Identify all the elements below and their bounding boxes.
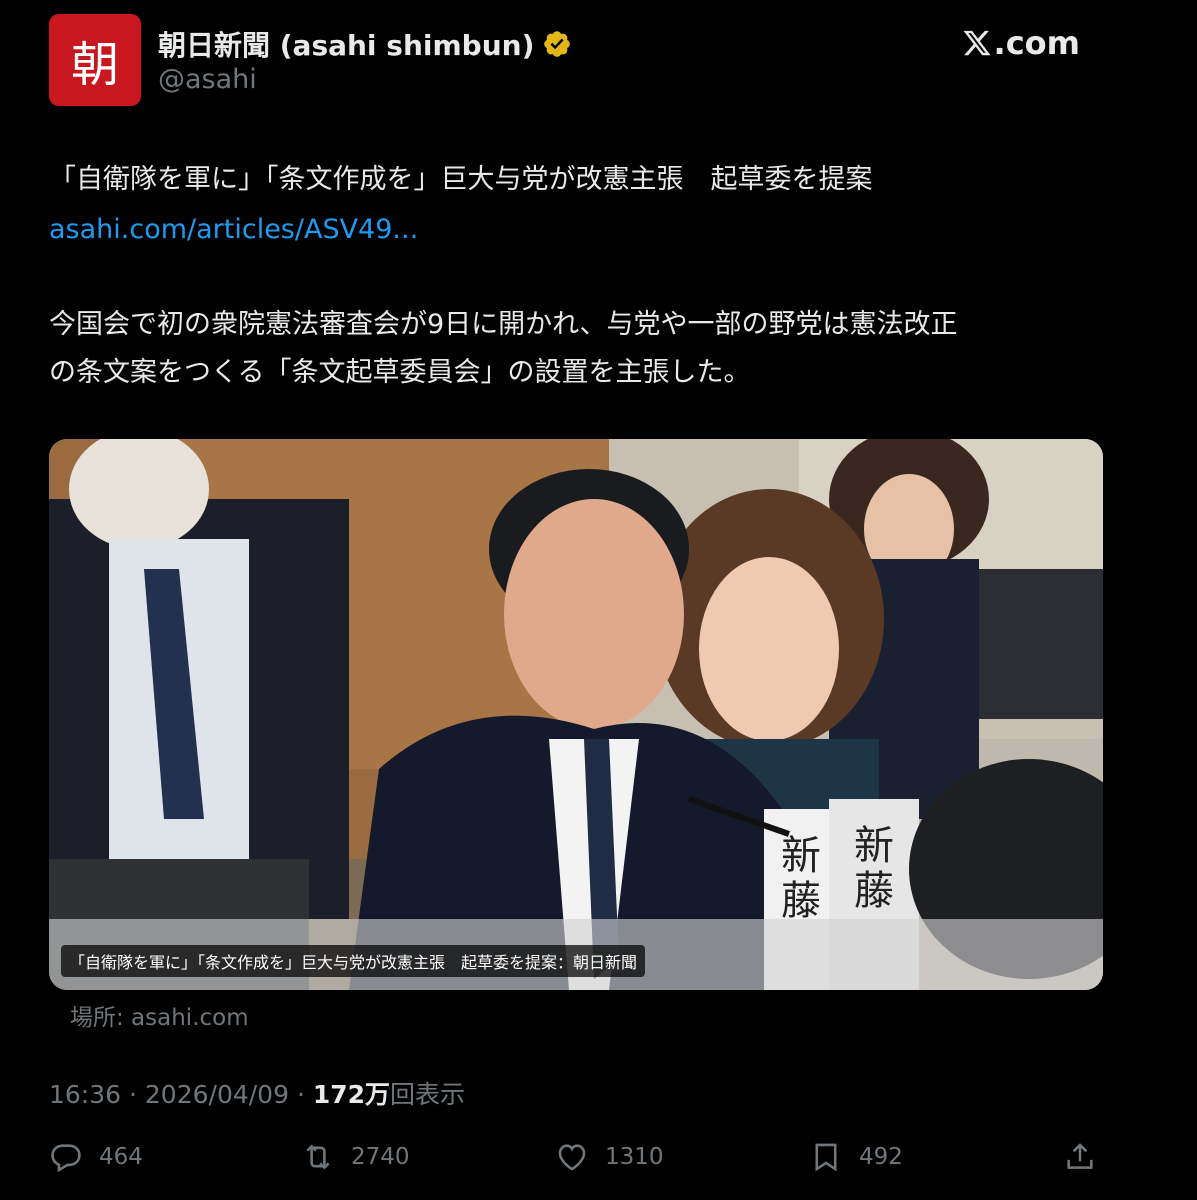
card-source[interactable]: 場所: asahi.com (70, 998, 249, 1032)
post-page: 朝 朝日新聞 (asahi shimbun) @asahi .com 「自衛隊を… (0, 0, 1197, 1200)
post-paragraph-line-2: の条文案をつくる「条文起草委員会」の設置を主張した。 (49, 357, 751, 388)
author-name-row[interactable]: 朝日新聞 (asahi shimbun) (158, 24, 572, 64)
avatar[interactable]: 朝 (49, 14, 141, 106)
article-photo: 新 藤 新 藤 (49, 439, 1103, 990)
avatar-logo-text: 朝 (70, 37, 119, 93)
svg-text:新: 新 (781, 833, 821, 879)
share-icon (1067, 1143, 1093, 1169)
svg-text:藤: 藤 (854, 868, 894, 914)
x-com-brand: .com (962, 24, 1080, 62)
bookmark-button[interactable]: 492 (809, 1140, 903, 1174)
heart-icon (558, 1144, 586, 1171)
reply-count: 464 (99, 1144, 143, 1170)
svg-text:新: 新 (854, 823, 894, 869)
like-button[interactable]: 1310 (555, 1140, 664, 1174)
like-count: 1310 (605, 1144, 664, 1170)
post-paragraph: 今国会で初の衆院憲法審査会が9日に開かれ、与党や一部の野党は憲法改正 の条文案を… (49, 301, 1109, 397)
share-button[interactable] (1063, 1140, 1097, 1174)
display-name[interactable]: 朝日新聞 (asahi shimbun) (158, 24, 534, 64)
verified-badge-icon (544, 31, 571, 57)
post-meta: 16:36 · 2026/04/09 · 172万回表示 (49, 1075, 465, 1111)
repost-icon (306, 1144, 330, 1170)
post-paragraph-line-1: 今国会で初の衆院憲法審査会が9日に開かれ、与党や一部の野党は憲法改正 (49, 309, 958, 340)
meta-separator: · (296, 1080, 313, 1109)
post-date[interactable]: 2026/04/09 (145, 1080, 289, 1109)
post-time[interactable]: 16:36 (49, 1080, 121, 1109)
link-preview-card[interactable]: 新 藤 新 藤 「自衛隊を軍に」「条文作成を」巨大与党が改憲主張 起草委を提案：… (49, 439, 1103, 990)
card-caption: 「自衛隊を軍に」「条文作成を」巨大与党が改憲主張 起草委を提案：朝日新聞 (61, 945, 646, 977)
meta-separator: · (129, 1080, 145, 1109)
bookmark-count: 492 (859, 1144, 903, 1170)
action-bar: 464 2740 1310 492 (49, 1140, 1109, 1182)
svg-text:藤: 藤 (781, 878, 821, 924)
handle[interactable]: @asahi (158, 64, 257, 95)
x-com-text: .com (993, 24, 1080, 62)
repost-button[interactable]: 2740 (301, 1140, 410, 1174)
reply-icon (51, 1144, 81, 1173)
post-headline: 「自衛隊を軍に」「条文作成を」巨大与党が改憲主張 起草委を提案 (49, 164, 873, 195)
reply-button[interactable]: 464 (49, 1140, 143, 1174)
views-count: 172万 (312, 1080, 391, 1109)
views-label: 回表示 (390, 1080, 466, 1109)
bookmark-icon (815, 1143, 837, 1172)
repost-count: 2740 (351, 1144, 410, 1170)
article-link[interactable]: asahi.com/articles/ASV49... (49, 206, 418, 254)
x-logo-icon (963, 30, 991, 56)
